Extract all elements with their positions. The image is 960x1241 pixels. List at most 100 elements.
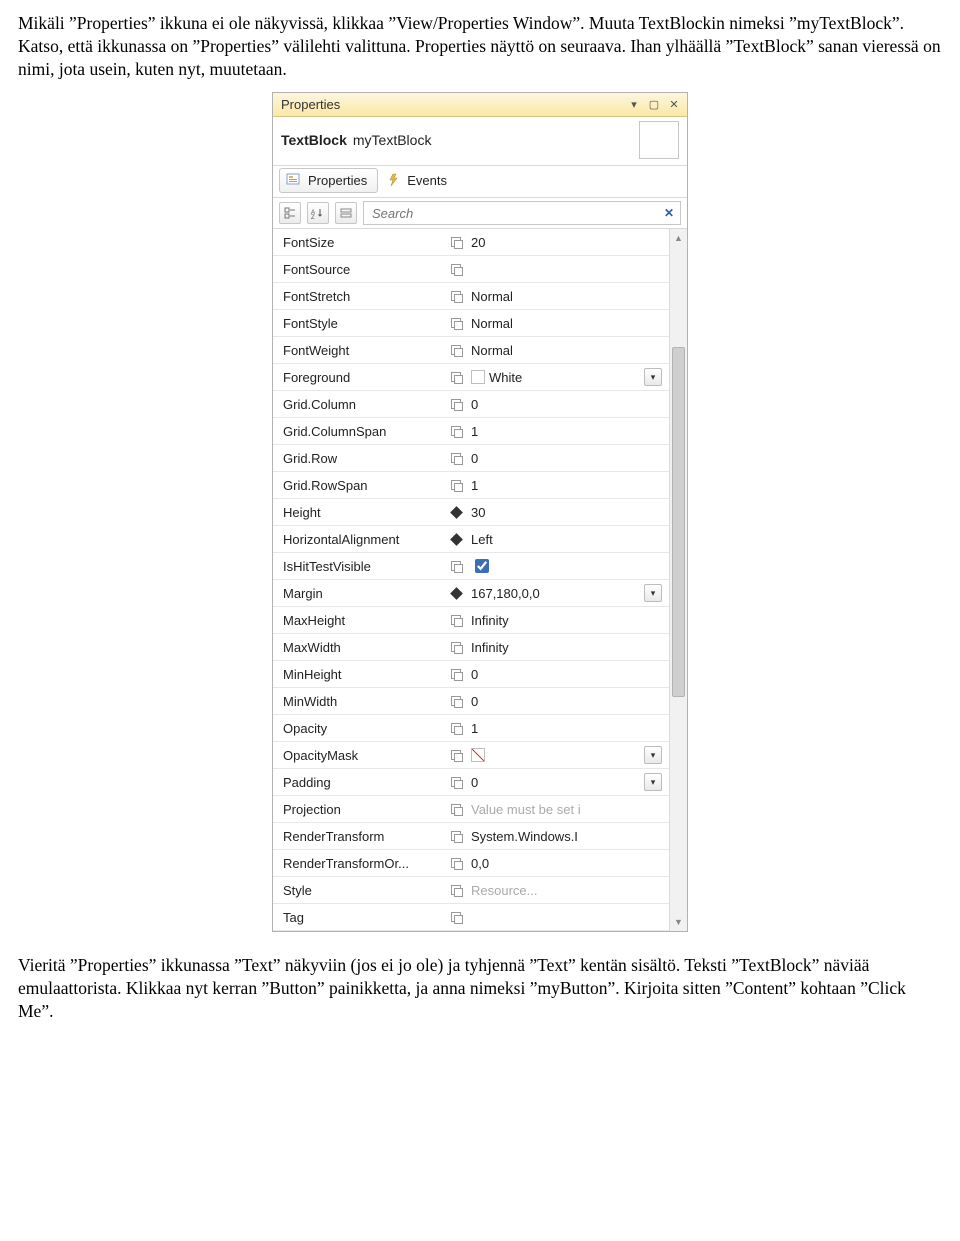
scrollbar[interactable]: ▲ ▼ [669, 229, 687, 931]
panel-container: Properties ▾ ▢ ✕ TextBlock myTextBlock [0, 88, 960, 942]
scroll-track[interactable] [670, 247, 687, 913]
square-marker-icon [451, 696, 461, 706]
dropdown-arrow-icon[interactable]: ▾ [644, 773, 662, 791]
property-marker[interactable] [445, 453, 467, 463]
square-marker-icon [451, 480, 461, 490]
properties-icon [286, 172, 302, 188]
property-row: MaxWidth Infinity [273, 634, 669, 661]
property-value[interactable]: Left [467, 532, 669, 547]
property-value[interactable]: Resource... [467, 883, 669, 898]
diamond-marker-icon [450, 506, 463, 519]
property-marker[interactable] [445, 399, 467, 409]
property-marker[interactable] [445, 831, 467, 841]
property-value[interactable]: 20 [467, 235, 669, 250]
scroll-up-button[interactable]: ▲ [670, 229, 687, 247]
diamond-marker-icon [450, 587, 463, 600]
square-marker-icon [451, 561, 461, 571]
property-value[interactable]: Normal [467, 316, 669, 331]
property-value-text: Value must be set i [471, 802, 581, 817]
square-marker-icon [451, 750, 461, 760]
property-marker[interactable] [445, 264, 467, 274]
scroll-down-button[interactable]: ▼ [670, 913, 687, 931]
property-name: FontWeight [273, 343, 445, 358]
property-value[interactable]: 0 [467, 694, 669, 709]
square-marker-icon [451, 831, 461, 841]
dropdown-arrow-icon[interactable]: ▾ [644, 584, 662, 602]
property-value[interactable]: Normal [467, 343, 669, 358]
property-value-text: 0 [471, 667, 478, 682]
property-marker[interactable] [445, 696, 467, 706]
property-marker[interactable] [445, 912, 467, 922]
property-marker[interactable] [445, 804, 467, 814]
square-marker-icon [451, 804, 461, 814]
property-marker[interactable] [445, 777, 467, 787]
svg-text:Z: Z [311, 215, 315, 219]
property-marker[interactable] [445, 642, 467, 652]
search-box[interactable]: ✕ [363, 201, 681, 225]
square-marker-icon [451, 615, 461, 625]
categorize-button[interactable] [279, 202, 301, 224]
property-value[interactable]: Infinity [467, 640, 669, 655]
property-value[interactable]: System.Windows.I [467, 829, 669, 844]
dropdown-arrow-icon[interactable]: ▾ [644, 746, 662, 764]
panel-menu-button[interactable]: ▾ [625, 96, 643, 114]
property-marker[interactable] [445, 237, 467, 247]
document-paragraph-2: Vieritä ”Properties” ikkunassa ”Text” nä… [0, 942, 960, 1030]
property-marker[interactable] [445, 535, 467, 544]
tab-properties[interactable]: Properties [279, 168, 378, 193]
property-marker[interactable] [445, 885, 467, 895]
property-marker[interactable] [445, 858, 467, 868]
property-value[interactable]: 0 [467, 451, 669, 466]
property-marker[interactable] [445, 426, 467, 436]
property-value[interactable]: 0 [467, 667, 669, 682]
property-name: MaxWidth [273, 640, 445, 655]
property-value[interactable]: 1 [467, 478, 669, 493]
tab-events[interactable]: Events [378, 168, 458, 193]
property-row: FontSource [273, 256, 669, 283]
property-value[interactable] [467, 556, 669, 576]
property-value[interactable]: 1 [467, 424, 669, 439]
dropdown-arrow-icon[interactable]: ▾ [644, 368, 662, 386]
property-value[interactable]: 0▾ [467, 773, 669, 791]
property-value[interactable]: 0,0 [467, 856, 669, 871]
property-grid-wrap: FontSize20FontSourceFontStretchNormalFon… [273, 229, 687, 931]
grouping-button[interactable] [335, 202, 357, 224]
property-name: OpacityMask [273, 748, 445, 763]
property-marker[interactable] [445, 372, 467, 382]
property-row: FontStyleNormal [273, 310, 669, 337]
property-row: Margin 167,180,0,0▾ [273, 580, 669, 607]
property-marker[interactable] [445, 615, 467, 625]
property-marker[interactable] [445, 561, 467, 571]
property-value[interactable]: White▾ [467, 368, 669, 386]
property-row: OpacityMask ▾ [273, 742, 669, 769]
property-checkbox[interactable] [475, 559, 489, 573]
element-name-input[interactable]: myTextBlock [353, 132, 432, 148]
property-marker[interactable] [445, 723, 467, 733]
property-value[interactable]: 1 [467, 721, 669, 736]
search-input[interactable] [370, 205, 660, 222]
property-marker[interactable] [445, 669, 467, 679]
panel-close-button[interactable]: ✕ [665, 96, 683, 114]
panel-dock-button[interactable]: ▢ [645, 96, 663, 114]
property-value[interactable]: Infinity [467, 613, 669, 628]
property-value[interactable]: Value must be set i [467, 802, 669, 817]
property-name: FontStretch [273, 289, 445, 304]
alphabetical-button[interactable]: A Z [307, 202, 329, 224]
property-marker[interactable] [445, 480, 467, 490]
property-marker[interactable] [445, 589, 467, 598]
property-name: Margin [273, 586, 445, 601]
property-marker[interactable] [445, 750, 467, 760]
property-marker[interactable] [445, 508, 467, 517]
property-value[interactable]: 0 [467, 397, 669, 412]
panel-titlebar: Properties ▾ ▢ ✕ [273, 93, 687, 117]
property-marker[interactable] [445, 318, 467, 328]
property-value[interactable]: Normal [467, 289, 669, 304]
property-marker[interactable] [445, 291, 467, 301]
property-value[interactable]: ▾ [467, 746, 669, 764]
clear-search-icon[interactable]: ✕ [664, 206, 674, 220]
property-value[interactable]: 30 [467, 505, 669, 520]
property-marker[interactable] [445, 345, 467, 355]
property-row: Opacity1 [273, 715, 669, 742]
scroll-thumb[interactable] [672, 347, 685, 697]
property-value[interactable]: 167,180,0,0▾ [467, 584, 669, 602]
